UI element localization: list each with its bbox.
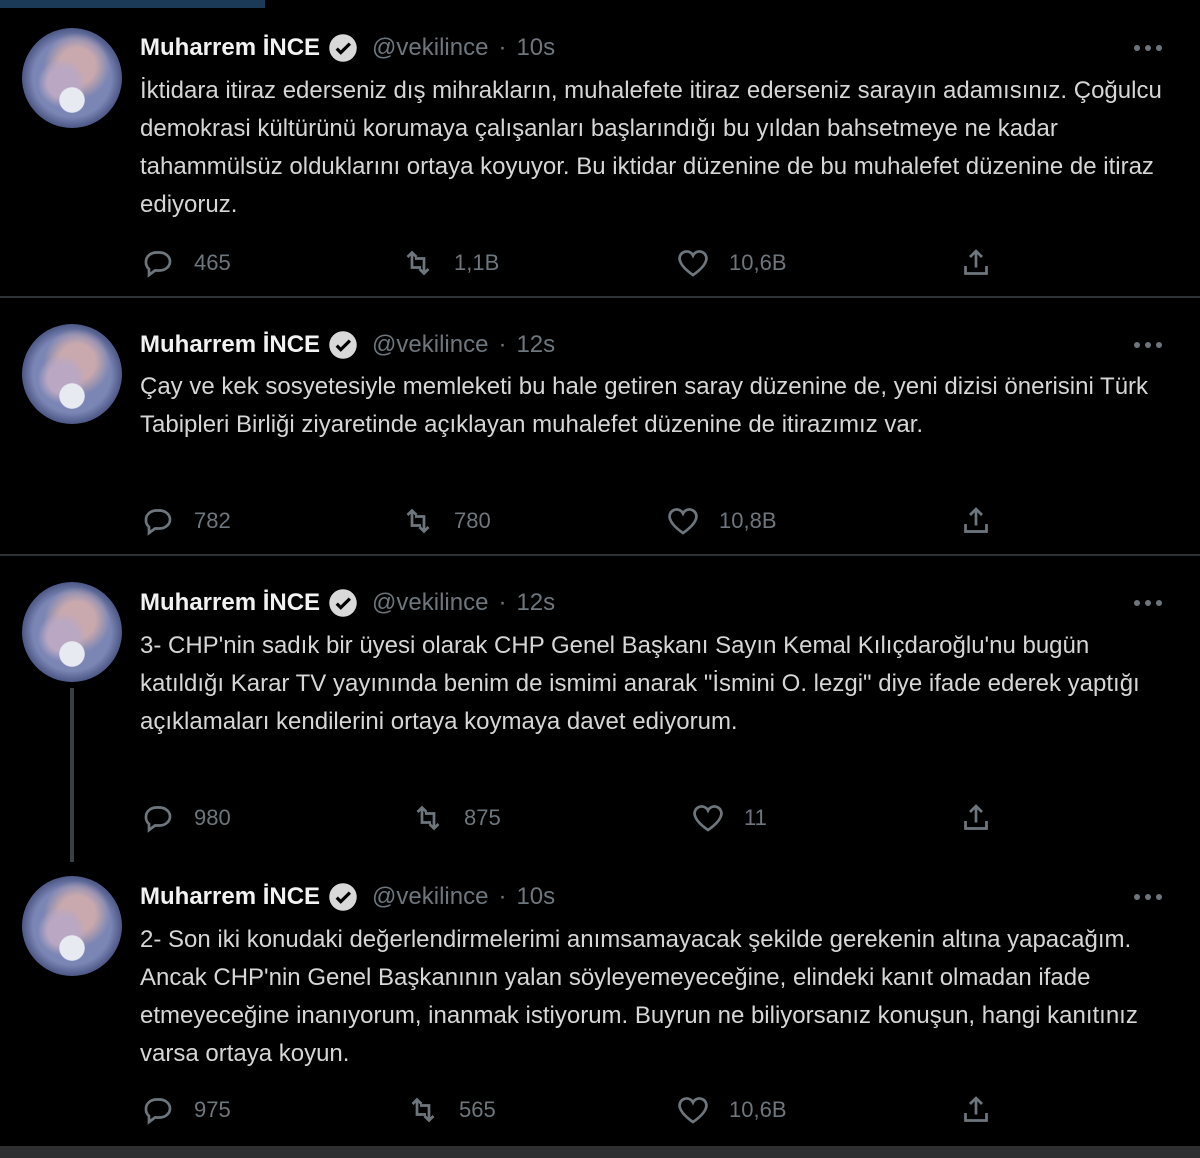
tweet-meta: @vekilince · 12s [372, 331, 555, 359]
retweet-count: 565 [459, 1097, 496, 1122]
tweet-text: 3- CHP'nin sadık bir üyesi olarak CHP Ge… [140, 632, 1140, 735]
author-name[interactable]: Muharrem İNCE [140, 883, 320, 911]
tweet-header: Muharrem İNCE @vekilince · 12s [140, 585, 1180, 621]
tweet-time[interactable]: 12s [516, 589, 555, 616]
reply-icon [144, 251, 172, 278]
retweet-button[interactable]: 565 [405, 1090, 496, 1130]
retweet-button[interactable]: 875 [410, 798, 501, 838]
author-handle[interactable]: @vekilince [372, 589, 488, 616]
like-button[interactable]: 10,6B [675, 243, 787, 283]
retweet-icon [416, 805, 440, 831]
share-button[interactable] [958, 798, 994, 838]
tweet[interactable]: Muharrem İNCE @vekilince · 12s Çay ve kek … [0, 298, 1200, 556]
verified-badge-icon [329, 34, 357, 62]
tweet[interactable]: Muharrem İNCE @vekilince · 12s 3- CHP'nin … [0, 556, 1200, 862]
tweet-meta: @vekilince · 10s [372, 883, 555, 911]
like-count: 11 [744, 805, 767, 830]
tweet-header: Muharrem İNCE @vekilince · 10s [140, 879, 1180, 915]
more-icon[interactable] [1128, 30, 1168, 66]
reply-count: 782 [194, 508, 231, 533]
verified-badge-icon [329, 331, 357, 359]
like-icon [693, 805, 723, 832]
like-button[interactable]: 10,6B [675, 1090, 787, 1130]
like-count: 10,6B [729, 1097, 787, 1122]
author-handle[interactable]: @vekilince [372, 34, 488, 61]
share-icon [964, 507, 988, 533]
reply-icon [144, 1098, 172, 1125]
share-button[interactable] [958, 243, 994, 283]
author-handle[interactable]: @vekilince [372, 331, 488, 358]
more-icon[interactable] [1128, 327, 1168, 363]
avatar[interactable] [22, 876, 122, 976]
tweet[interactable]: Muharrem İNCE @vekilince · 10s 2- Son iki … [0, 862, 1200, 1146]
tweet-time[interactable]: 10s [516, 34, 555, 61]
more-icon[interactable] [1128, 879, 1168, 915]
author-name[interactable]: Muharrem İNCE [140, 589, 320, 617]
retweet-count: 875 [464, 805, 501, 830]
avatar[interactable] [22, 324, 122, 424]
tweet-actions: 782 780 10,8B [140, 501, 1040, 541]
tweet-actions: 975 565 10,6B [140, 1090, 1040, 1130]
reply-icon [144, 806, 172, 833]
like-icon [668, 508, 698, 535]
tweet-text: İktidara itiraz ederseniz dış mihrakları… [140, 77, 1162, 218]
verified-badge-icon [329, 589, 357, 617]
like-icon [678, 1097, 708, 1124]
like-button[interactable]: 11 [690, 798, 767, 838]
share-icon [964, 249, 988, 275]
retweet-icon [411, 1097, 435, 1123]
tweet-text: 2- Son iki konudaki değerlendirmelerimi … [140, 926, 1138, 1067]
avatar[interactable] [22, 582, 122, 682]
share-button[interactable] [958, 1090, 994, 1130]
bottom-border [0, 1146, 1200, 1158]
tweet-text: Çay ve kek sosyetesiyle memleketi bu hal… [140, 373, 1149, 438]
tweet-header: Muharrem İNCE @vekilince · 10s [140, 30, 1180, 66]
verified-badge-icon [329, 883, 357, 911]
retweet-count: 1,1B [454, 250, 500, 275]
share-icon [964, 1096, 988, 1122]
meta-dot: · [498, 589, 507, 616]
tweet-time[interactable]: 10s [516, 883, 555, 910]
share-icon [964, 804, 988, 830]
tweet-actions: 980 875 11 [140, 798, 1040, 838]
retweet-count: 780 [454, 508, 491, 533]
like-icon [678, 250, 708, 277]
like-count: 10,8B [719, 508, 777, 533]
reply-button[interactable]: 975 [140, 1090, 231, 1130]
retweet-button[interactable]: 780 [400, 501, 491, 541]
tweet-actions: 465 1,1B 10,6B [140, 243, 1040, 283]
author-name[interactable]: Muharrem İNCE [140, 34, 320, 62]
tweet[interactable]: Muharrem İNCE @vekilince · 10s İktidara it… [0, 0, 1200, 298]
retweet-icon [406, 508, 430, 534]
tweet-time[interactable]: 12s [516, 331, 555, 358]
author-handle[interactable]: @vekilince [372, 883, 488, 910]
like-button[interactable]: 10,8B [665, 501, 777, 541]
author-name[interactable]: Muharrem İNCE [140, 331, 320, 359]
reply-button[interactable]: 980 [140, 798, 231, 838]
avatar[interactable] [22, 28, 122, 128]
reply-count: 975 [194, 1097, 231, 1122]
more-icon[interactable] [1128, 585, 1168, 621]
thread-connector [70, 688, 74, 862]
reply-button[interactable]: 782 [140, 501, 231, 541]
retweet-icon [406, 250, 430, 276]
retweet-button[interactable]: 1,1B [400, 243, 499, 283]
share-button[interactable] [958, 501, 994, 541]
meta-dot: · [498, 331, 507, 358]
tweet-header: Muharrem İNCE @vekilince · 12s [140, 327, 1180, 363]
reply-count: 465 [194, 250, 231, 275]
meta-dot: · [498, 34, 507, 61]
reply-count: 980 [194, 805, 231, 830]
reply-icon [144, 509, 172, 536]
tweet-meta: @vekilince · 12s [372, 589, 555, 617]
meta-dot: · [498, 883, 507, 910]
like-count: 10,6B [729, 250, 787, 275]
reply-button[interactable]: 465 [140, 243, 231, 283]
tweet-meta: @vekilince · 10s [372, 34, 555, 62]
